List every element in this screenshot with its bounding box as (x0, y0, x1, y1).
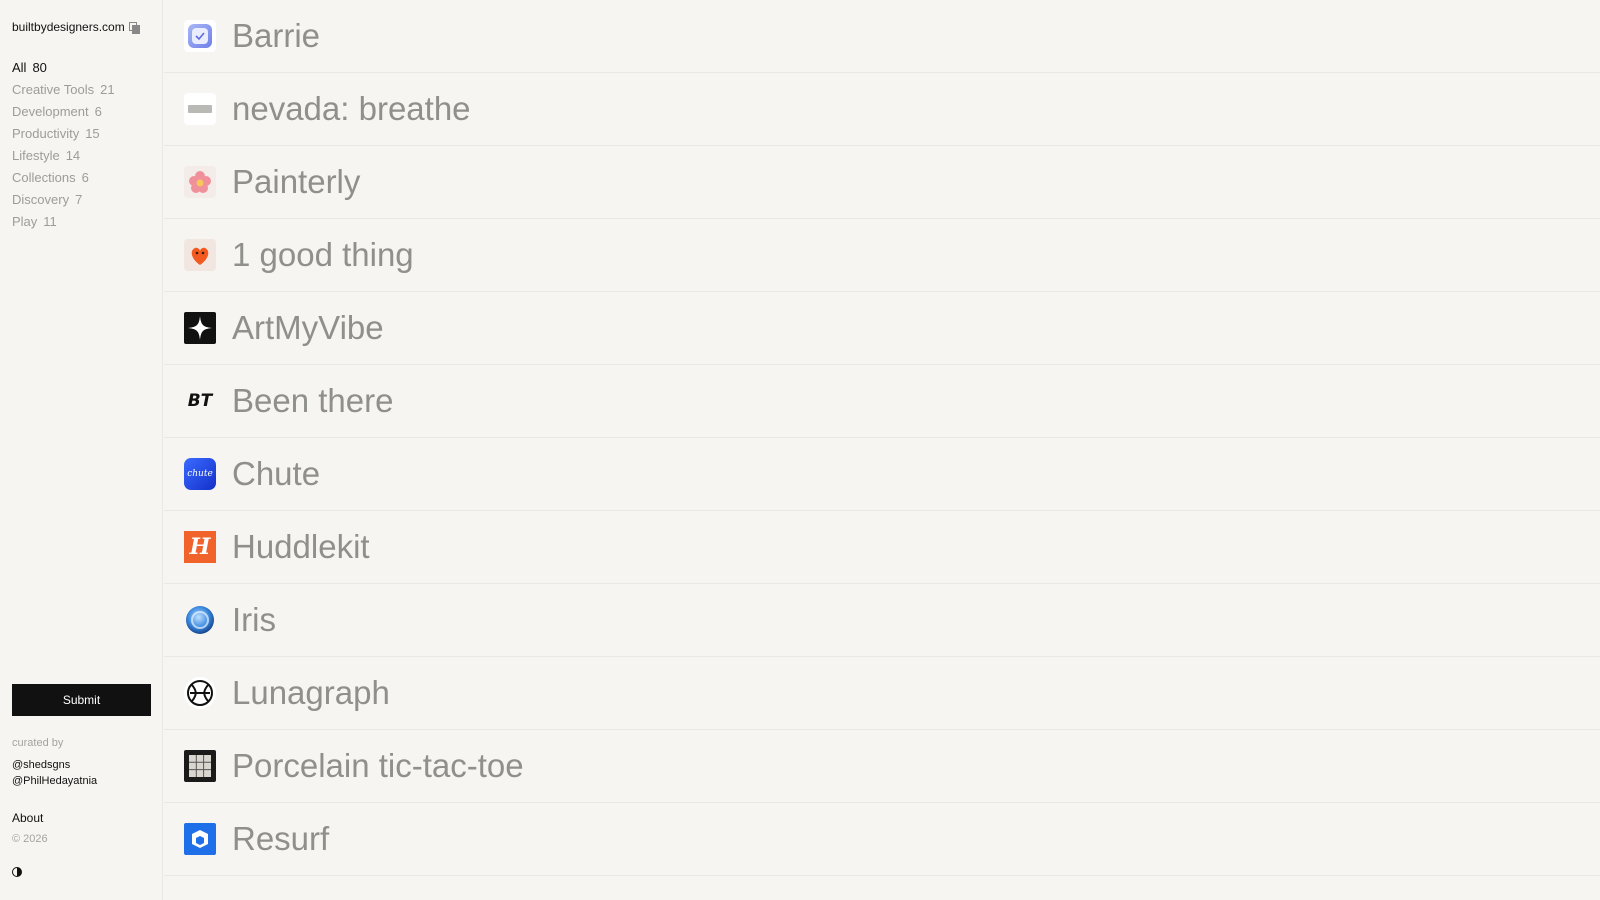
app-name: nevada: breathe (232, 90, 471, 127)
app-row-iris[interactable]: Iris (164, 584, 1600, 657)
artmyvibe-sparkle-icon (184, 312, 216, 344)
brand-link[interactable]: builtbydesigners.com (12, 20, 140, 34)
sidebar: builtbydesigners.com All 80 Creative Too… (0, 0, 163, 900)
app-name: Barrie (232, 17, 321, 54)
category-count: 21 (100, 81, 115, 97)
category-label: Discovery (12, 191, 70, 207)
category-label: Creative Tools (12, 81, 95, 97)
app-list: Barrie nevada: breathe Painterly 1 good … (164, 0, 1600, 876)
painterly-flower-icon (184, 166, 216, 198)
theme-toggle-icon[interactable] (12, 867, 22, 877)
app-row-artmyvibe[interactable]: ArtMyVibe (164, 292, 1600, 365)
category-label: Play (12, 213, 38, 229)
nevada-bar-icon (184, 93, 216, 125)
category-count: 80 (32, 59, 47, 75)
app-row-chute[interactable]: chute Chute (164, 438, 1600, 511)
category-development[interactable]: Development 6 (12, 100, 115, 122)
category-count: 15 (85, 125, 100, 141)
app-row-resurf[interactable]: Resurf (164, 803, 1600, 876)
category-label: All (12, 59, 27, 75)
copy-icon[interactable] (128, 22, 140, 34)
app-name: Resurf (232, 820, 330, 857)
curated-by-label: curated by (12, 737, 64, 749)
app-row-huddlekit[interactable]: H Huddlekit (164, 511, 1600, 584)
been-there-bt-icon: BT (184, 385, 216, 417)
about-link[interactable]: About (12, 811, 43, 825)
chute-logo-mark: chute (187, 469, 213, 479)
huddlekit-h-mark: H (189, 534, 211, 560)
category-label: Collections (12, 169, 76, 185)
category-productivity[interactable]: Productivity 15 (12, 122, 115, 144)
huddlekit-h-icon: H (184, 531, 216, 563)
app-name: Porcelain tic-tac-toe (232, 747, 524, 784)
category-label: Lifestyle (12, 147, 60, 163)
app-row-painterly[interactable]: Painterly (164, 146, 1600, 219)
barrie-check-icon (184, 20, 216, 52)
app-name: Iris (232, 601, 276, 638)
app-name: Lunagraph (232, 674, 390, 711)
category-all[interactable]: All 80 (12, 56, 115, 78)
chute-logo-icon: chute (184, 458, 216, 490)
app-row-nevada-breathe[interactable]: nevada: breathe (164, 73, 1600, 146)
one-good-thing-heart-icon (184, 239, 216, 271)
curator-link-shedsgns[interactable]: @shedsgns (12, 759, 70, 771)
category-label: Development (12, 103, 89, 119)
category-play[interactable]: Play 11 (12, 210, 115, 232)
app-name: ArtMyVibe (232, 309, 384, 346)
submit-button[interactable]: Submit (12, 684, 151, 716)
category-nav: All 80 Creative Tools 21 Development 6 P… (12, 56, 115, 232)
porcelain-grid-icon (184, 750, 216, 782)
category-collections[interactable]: Collections 6 (12, 166, 115, 188)
app-row-been-there[interactable]: BT Been there (164, 365, 1600, 438)
app-name: Been there (232, 382, 394, 419)
app-row-lunagraph[interactable]: Lunagraph (164, 657, 1600, 730)
app-row-porcelain-tic-tac-toe[interactable]: Porcelain tic-tac-toe (164, 730, 1600, 803)
app-name: Chute (232, 455, 321, 492)
category-discovery[interactable]: Discovery 7 (12, 188, 115, 210)
app-name: 1 good thing (232, 236, 414, 273)
category-count: 6 (81, 169, 89, 185)
lunagraph-orb-icon (184, 677, 216, 709)
category-label: Productivity (12, 125, 80, 141)
category-count: 11 (43, 213, 57, 229)
category-count: 14 (65, 147, 81, 163)
app-name: Huddlekit (232, 528, 370, 565)
category-count: 7 (75, 191, 83, 207)
category-count: 6 (94, 103, 102, 119)
copyright: © 2026 (12, 833, 48, 845)
brand-name[interactable]: builtbydesigners.com (12, 20, 125, 34)
category-lifestyle[interactable]: Lifestyle 14 (12, 144, 115, 166)
category-creative-tools[interactable]: Creative Tools 21 (12, 78, 115, 100)
been-there-bt-mark: BT (187, 391, 213, 411)
iris-globe-icon (184, 604, 216, 636)
app-name: Painterly (232, 163, 361, 200)
resurf-cube-icon (184, 823, 216, 855)
curator-link-philhedayatnia[interactable]: @PhilHedayatnia (12, 775, 97, 787)
app-row-barrie[interactable]: Barrie (164, 0, 1600, 73)
app-row-1-good-thing[interactable]: 1 good thing (164, 219, 1600, 292)
